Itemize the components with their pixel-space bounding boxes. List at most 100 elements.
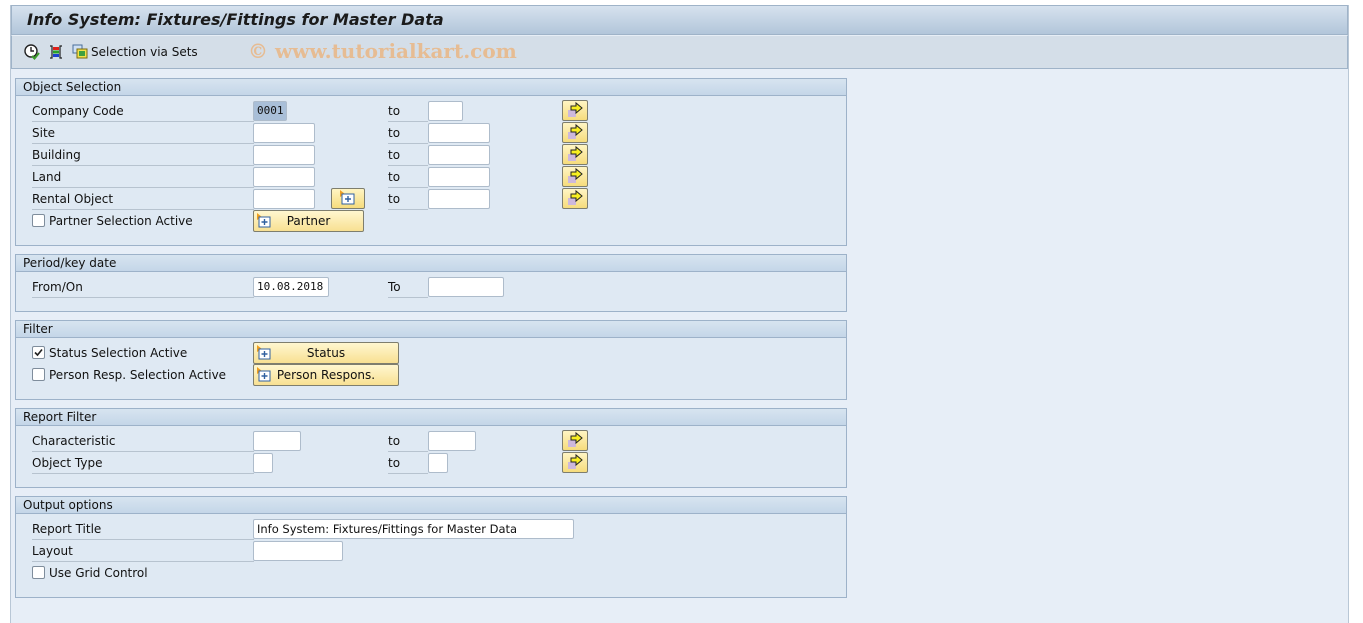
selection-plus-icon	[257, 213, 273, 235]
site-row: Site to	[16, 122, 846, 144]
field-label: Layout	[32, 543, 254, 562]
multiple-selection-button[interactable]	[562, 166, 588, 187]
characteristic-row: Characteristic to	[16, 430, 846, 452]
group-title: Period/key date	[16, 255, 846, 272]
building-to-input[interactable]	[428, 145, 490, 165]
to-label: to	[388, 191, 428, 210]
object-type-row: Object Type to	[16, 452, 846, 474]
report-title-row: Report Title Info System: Fixtures/Fitti…	[16, 518, 846, 540]
selection-plus-icon	[340, 190, 355, 205]
person-respons-button[interactable]: Person Respons.	[253, 364, 399, 386]
characteristic-to-input[interactable]	[428, 431, 476, 451]
selection-plus-icon	[257, 367, 273, 389]
object-type-from-input[interactable]	[253, 453, 273, 473]
company-code-from-input[interactable]: 0001	[253, 101, 287, 121]
layout-input[interactable]	[253, 541, 343, 561]
execute-clock-icon[interactable]	[24, 44, 40, 60]
checkbox-label: Status Selection Active	[49, 346, 188, 360]
selection-via-sets-button[interactable]: Selection via Sets	[91, 45, 198, 59]
status-row: Status Selection Active Status	[16, 342, 846, 364]
partner-row: Partner Selection Active Partner	[16, 210, 846, 232]
object-type-to-input[interactable]	[428, 453, 448, 473]
checkbox-label: Use Grid Control	[49, 566, 148, 580]
sap-screen: Info System: Fixtures/Fittings for Maste…	[10, 5, 1349, 623]
multiple-selection-arrow-icon	[568, 123, 583, 139]
multiple-selection-arrow-icon	[568, 453, 583, 469]
field-label: Characteristic	[32, 433, 254, 452]
status-button-label: Status	[306, 346, 346, 360]
multiple-selection-arrow-icon	[568, 189, 583, 205]
field-label: Site	[32, 125, 254, 144]
object-selection-group: Object Selection Company Code 0001 to Si…	[15, 78, 847, 246]
watermark: © www.tutorialkart.com	[248, 39, 517, 63]
filter-group: Filter Status Selection Active Status Pe…	[15, 320, 847, 400]
rental-object-row: Rental Object to	[16, 188, 846, 210]
to-label: to	[388, 169, 428, 188]
company-code-to-input[interactable]	[428, 101, 463, 121]
from-on-row: From/On 10.08.2018 To	[16, 276, 846, 298]
status-button[interactable]: Status	[253, 342, 399, 364]
field-label: From/On	[32, 279, 254, 298]
land-to-input[interactable]	[428, 167, 490, 187]
to-date-input[interactable]	[428, 277, 504, 297]
site-to-input[interactable]	[428, 123, 490, 143]
field-label: Object Type	[32, 455, 254, 474]
group-title: Output options	[16, 497, 846, 514]
multiple-selection-arrow-icon	[568, 145, 583, 161]
grid-control-row: Use Grid Control	[16, 562, 846, 584]
get-variant-icon[interactable]	[48, 44, 64, 60]
person-resp-selection-checkbox[interactable]	[32, 368, 45, 381]
rental-object-to-input[interactable]	[428, 189, 490, 209]
to-label: to	[388, 147, 428, 166]
building-from-input[interactable]	[253, 145, 315, 165]
partner-button-label: Partner	[286, 214, 331, 228]
field-label: Company Code	[32, 103, 254, 122]
use-grid-control-checkbox[interactable]	[32, 566, 45, 579]
selection-sets-icon[interactable]	[72, 44, 88, 60]
multiple-selection-arrow-icon	[568, 167, 583, 183]
land-row: Land to	[16, 166, 846, 188]
to-label: to	[388, 455, 428, 474]
characteristic-from-input[interactable]	[253, 431, 301, 451]
layout-row: Layout	[16, 540, 846, 562]
multiple-selection-button[interactable]	[562, 430, 588, 451]
field-label: Report Title	[32, 521, 254, 540]
to-label: to	[388, 103, 428, 122]
partner-button[interactable]: Partner	[253, 210, 364, 232]
title-bar: Info System: Fixtures/Fittings for Maste…	[11, 5, 1348, 35]
to-label: to	[388, 433, 428, 452]
group-title: Report Filter	[16, 409, 846, 426]
multiple-selection-arrow-icon	[568, 101, 583, 117]
application-toolbar: Selection via Sets © www.tutorialkart.co…	[11, 35, 1348, 69]
period-group: Period/key date From/On 10.08.2018 To	[15, 254, 847, 312]
partner-selection-checkbox[interactable]	[32, 214, 45, 227]
company-code-row: Company Code 0001 to	[16, 100, 846, 122]
report-filter-group: Report Filter Characteristic to Object T…	[15, 408, 847, 488]
site-from-input[interactable]	[253, 123, 315, 143]
field-label: Building	[32, 147, 254, 166]
multiple-selection-button[interactable]	[562, 100, 588, 121]
to-label: to	[388, 125, 428, 144]
group-title: Filter	[16, 321, 846, 338]
checkbox-label: Person Resp. Selection Active	[49, 368, 227, 382]
multiple-selection-button[interactable]	[562, 122, 588, 143]
multiple-selection-button[interactable]	[562, 452, 588, 473]
status-selection-checkbox[interactable]	[32, 346, 45, 359]
multiple-selection-button[interactable]	[562, 188, 588, 209]
page-title: Info System: Fixtures/Fittings for Maste…	[27, 10, 444, 29]
report-title-input[interactable]: Info System: Fixtures/Fittings for Maste…	[253, 519, 574, 539]
land-from-input[interactable]	[253, 167, 315, 187]
field-label: Land	[32, 169, 254, 188]
person-respons-button-label: Person Respons.	[276, 368, 376, 382]
person-resp-row: Person Resp. Selection Active Person Res…	[16, 364, 846, 386]
rental-object-from-input[interactable]	[253, 189, 315, 209]
group-title: Object Selection	[16, 79, 846, 96]
multiple-selection-button[interactable]	[562, 144, 588, 165]
building-row: Building to	[16, 144, 846, 166]
from-on-date-input[interactable]: 10.08.2018	[253, 277, 329, 297]
checkbox-label: Partner Selection Active	[49, 214, 193, 228]
output-options-group: Output options Report Title Info System:…	[15, 496, 847, 598]
multiple-selection-arrow-icon	[568, 431, 583, 447]
to-label: To	[388, 279, 428, 298]
rental-object-search-button[interactable]	[331, 188, 365, 209]
